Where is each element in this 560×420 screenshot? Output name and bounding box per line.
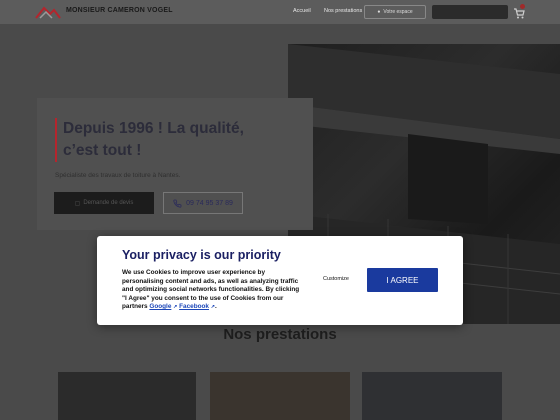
privacy-dialog: Your privacy is our priority We use Cook… xyxy=(97,236,463,325)
external-link-icon: ↗ xyxy=(210,304,215,310)
service-card-2[interactable] xyxy=(210,372,350,420)
phone-icon xyxy=(173,199,182,208)
service-card-3[interactable] xyxy=(362,372,502,420)
agree-button[interactable]: I AGREE xyxy=(367,268,438,292)
nav-item-prestations[interactable]: Nos prestations xyxy=(324,8,362,14)
facebook-link[interactable]: Facebook xyxy=(179,303,209,310)
hero-subtitle: Spécialiste des travaux de toiture à Nan… xyxy=(55,172,181,179)
brand-name[interactable]: MONSIEUR CAMERON VOGEL xyxy=(66,7,173,14)
cart-badge xyxy=(520,4,525,9)
account-button[interactable]: ● Votre espace xyxy=(364,5,426,19)
google-link[interactable]: Google xyxy=(149,303,171,310)
privacy-dialog-title: Your privacy is our priority xyxy=(122,248,281,262)
account-button-label: Votre espace xyxy=(383,9,413,15)
agree-button-label: I AGREE xyxy=(386,275,419,285)
user-icon: ● xyxy=(377,9,381,15)
logo-icon[interactable] xyxy=(34,4,62,20)
section-title: Nos prestations xyxy=(223,326,337,343)
nav-item-accueil[interactable]: Accueil xyxy=(293,8,311,14)
quote-request-button[interactable]: ▢ Demande de devis xyxy=(54,192,154,214)
service-card-1[interactable] xyxy=(58,372,196,420)
site-header: MONSIEUR CAMERON VOGEL Accueil Nos prest… xyxy=(0,0,560,24)
quote-button[interactable] xyxy=(432,5,508,19)
phone-number: 09 74 95 37 89 xyxy=(186,199,233,207)
hero-title: Depuis 1996 ! La qualité, c’est tout ! xyxy=(63,120,244,159)
accent-bar xyxy=(55,118,57,162)
phone-button[interactable]: 09 74 95 37 89 xyxy=(163,192,243,214)
privacy-dialog-body: We use Cookies to improve user experienc… xyxy=(122,269,300,310)
calendar-icon: ▢ xyxy=(74,200,81,207)
quote-request-label: Demande de devis xyxy=(83,200,134,206)
external-link-icon: ↗ xyxy=(173,304,178,310)
customize-button[interactable]: Customize xyxy=(323,276,349,282)
